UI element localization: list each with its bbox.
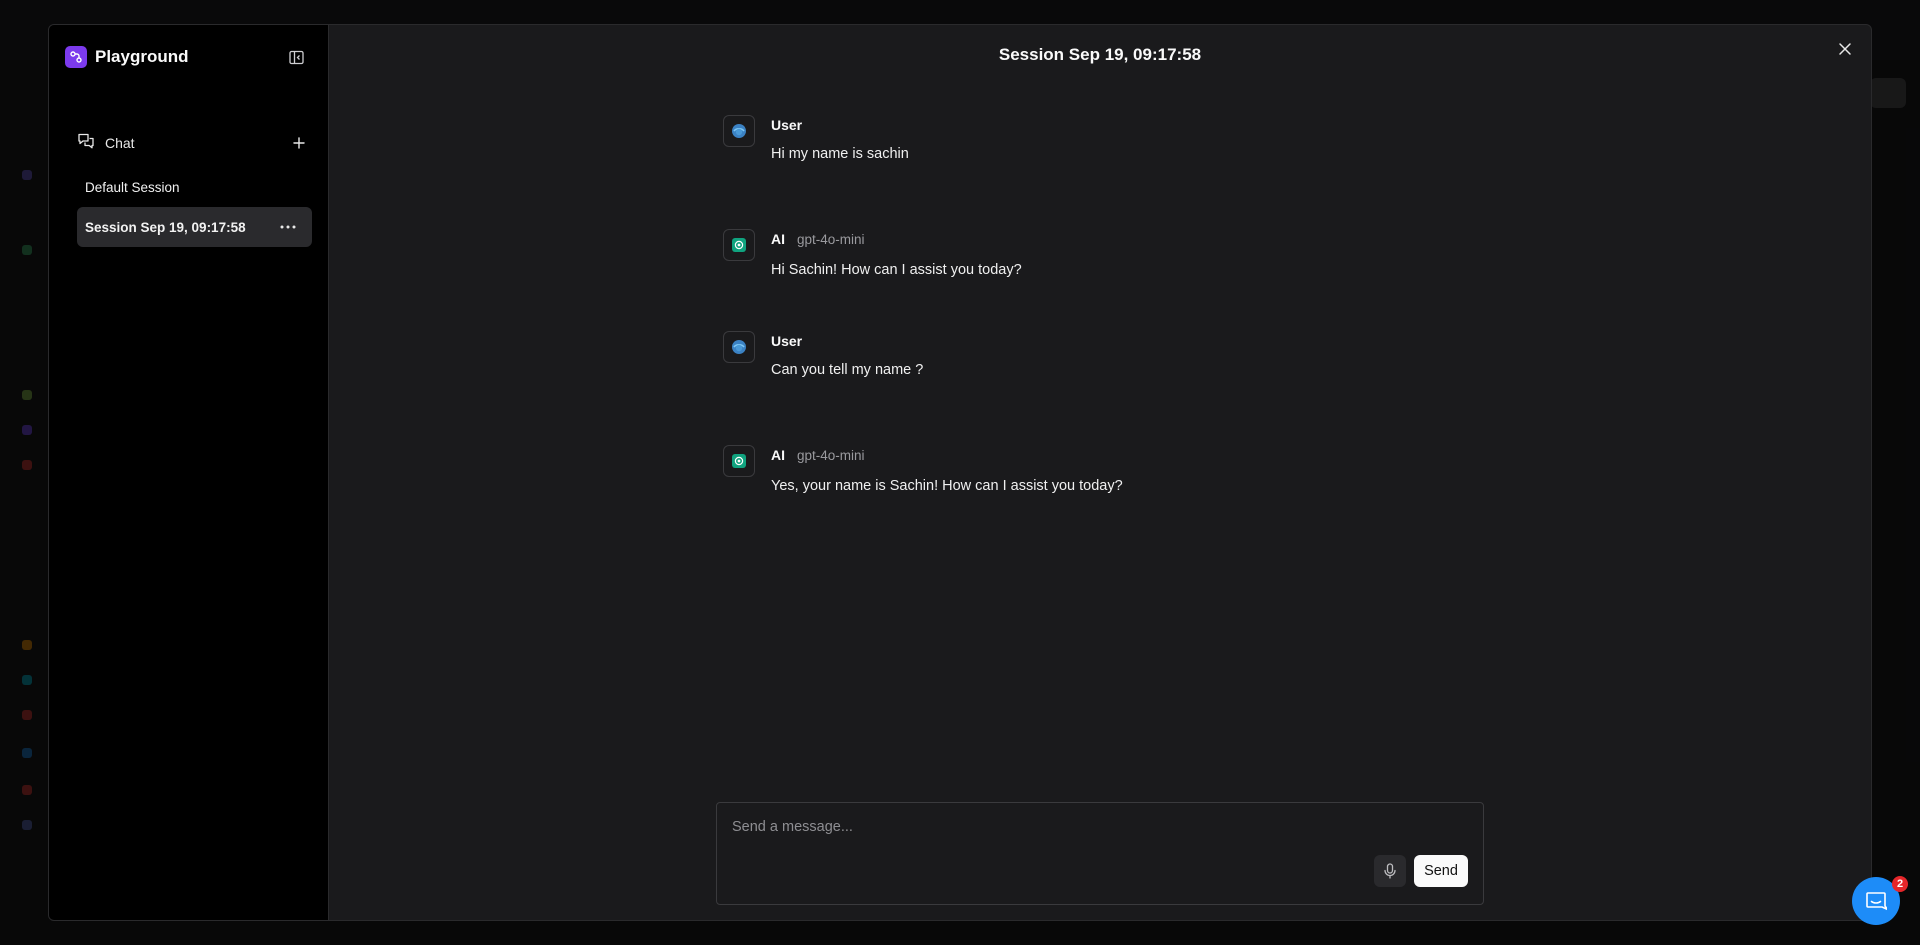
model-name: gpt-4o-mini bbox=[797, 232, 865, 247]
message-text: Can you tell my name ? bbox=[771, 362, 924, 378]
message-input[interactable] bbox=[732, 819, 1432, 843]
message-text: Yes, your name is Sachin! How can I assi… bbox=[771, 478, 1123, 494]
session-label: Default Session bbox=[85, 179, 180, 195]
chat-support-icon bbox=[1866, 892, 1887, 911]
message-header: AI gpt-4o-mini bbox=[771, 447, 865, 463]
close-icon[interactable] bbox=[1835, 39, 1855, 59]
chat-message: User Can you tell my name ? bbox=[723, 331, 1323, 387]
chat-bubbles-icon bbox=[77, 132, 95, 155]
session-item-active[interactable]: Session Sep 19, 09:17:58 bbox=[77, 207, 312, 247]
session-item-default[interactable]: Default Session bbox=[77, 167, 312, 207]
model-name: gpt-4o-mini bbox=[797, 448, 865, 463]
sidebar-header: Playground bbox=[65, 45, 312, 69]
app-title: Playground bbox=[95, 47, 189, 66]
ai-avatar-icon bbox=[723, 229, 755, 261]
sender-name: User bbox=[771, 117, 803, 133]
message-header: AI gpt-4o-mini bbox=[771, 231, 865, 247]
notification-badge: 2 bbox=[1892, 876, 1908, 892]
session-title: Session Sep 19, 09:17:58 bbox=[998, 45, 1202, 64]
sidebar-collapse-icon[interactable] bbox=[286, 47, 306, 67]
message-header: User bbox=[771, 333, 802, 349]
playground-logo-icon bbox=[65, 46, 87, 68]
chat-message: User Hi my name is sachin bbox=[723, 115, 1323, 171]
chat-message: AI gpt-4o-mini Hi Sachin! How can I assi… bbox=[723, 229, 1323, 285]
chat-label: Chat bbox=[105, 135, 135, 151]
chat-main: Session Sep 19, 09:17:58 User Hi my name… bbox=[329, 25, 1871, 920]
chat-section-header: Chat bbox=[77, 131, 309, 155]
message-header: User bbox=[771, 117, 802, 133]
sender-name: User bbox=[771, 333, 803, 349]
message-text: Hi Sachin! How can I assist you today? bbox=[771, 262, 1022, 278]
ai-avatar-icon bbox=[723, 445, 755, 477]
sender-name: AI bbox=[771, 447, 785, 463]
message-text: Hi my name is sachin bbox=[771, 146, 909, 162]
session-label: Session Sep 19, 09:17:58 bbox=[85, 219, 246, 235]
user-avatar-icon bbox=[723, 331, 755, 363]
send-button[interactable]: Send bbox=[1414, 855, 1468, 887]
microphone-icon bbox=[1384, 863, 1396, 879]
sender-name: AI bbox=[771, 231, 785, 247]
new-chat-button[interactable] bbox=[289, 133, 309, 153]
message-composer: Send bbox=[716, 802, 1484, 905]
plus-icon bbox=[293, 137, 305, 149]
chat-message: AI gpt-4o-mini Yes, your name is Sachin!… bbox=[723, 445, 1323, 501]
microphone-button[interactable] bbox=[1374, 855, 1406, 887]
ellipsis-icon[interactable] bbox=[278, 217, 298, 237]
playground-modal: Playground Chat Default Session Session … bbox=[48, 24, 1872, 921]
sidebar: Playground Chat Default Session Session … bbox=[49, 25, 329, 920]
user-avatar-icon bbox=[723, 115, 755, 147]
